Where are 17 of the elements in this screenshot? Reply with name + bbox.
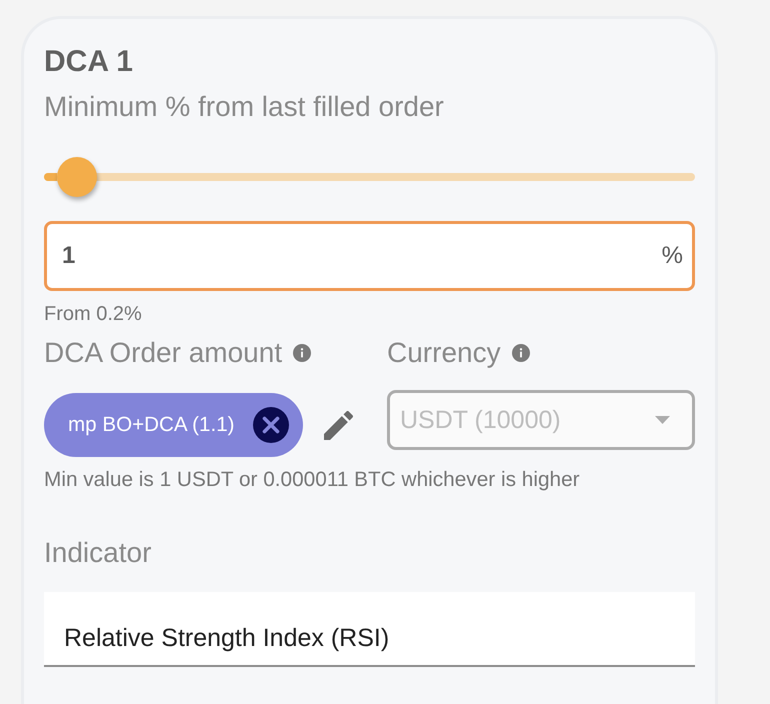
pencil-icon[interactable] <box>324 410 353 440</box>
percent-input[interactable]: 1 % <box>44 221 695 291</box>
slider-thumb[interactable] <box>56 157 97 197</box>
info-icon[interactable] <box>293 344 312 362</box>
field-label: Currency <box>387 336 501 370</box>
caret-icon <box>655 416 670 424</box>
slider-track[interactable] <box>44 157 695 197</box>
field-label: DCA Order amount <box>44 336 282 370</box>
percent-unit: % <box>662 242 683 270</box>
close-icon[interactable] <box>252 407 289 443</box>
card-title: DCA 1 <box>44 44 134 80</box>
slider-label: Minimum % from last filled order <box>44 90 445 124</box>
helper-text: Min value is 1 USDT or 0.000011 BTC whichever is higher <box>44 468 581 492</box>
field-label: Indicator <box>44 536 152 570</box>
hint-text: From 0.2% <box>44 302 143 326</box>
indicator-field[interactable]: Relative Strength Index (RSI) <box>44 592 695 667</box>
info-icon[interactable] <box>512 344 530 362</box>
